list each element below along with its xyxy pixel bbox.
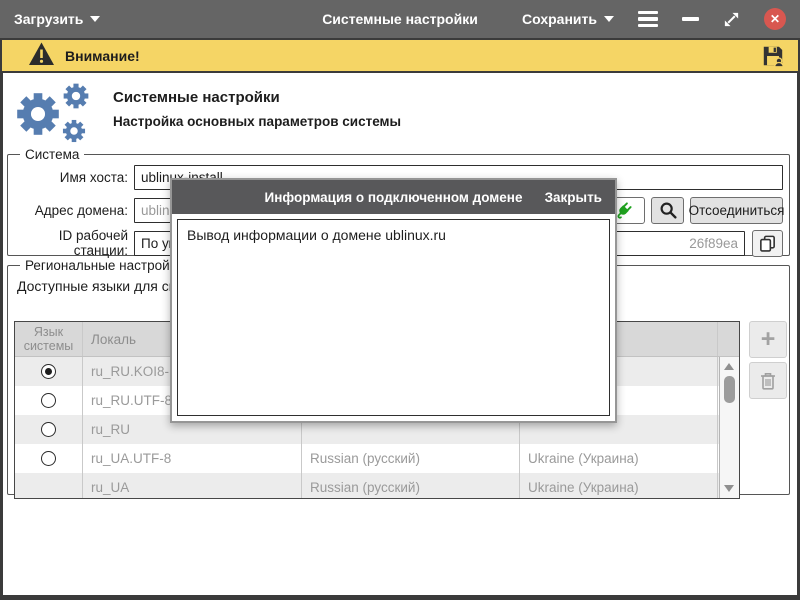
table-scrollbar[interactable] — [719, 357, 739, 498]
domain-info-modal: Информация о подключенном домене Закрыть… — [170, 178, 617, 423]
table-row[interactable]: ru_UARussian (русский)Ukraine (Украина) — [15, 473, 719, 498]
trash-icon — [760, 372, 776, 390]
search-icon — [659, 201, 677, 219]
country-cell: Ukraine (Украина) — [520, 473, 718, 498]
warning-icon — [28, 42, 55, 69]
warning-bar: Внимание! — [2, 40, 798, 71]
locale-radio[interactable] — [41, 422, 56, 437]
locale-select-cell — [15, 415, 83, 444]
app-window: Загрузить Системные настройки Сохранить … — [0, 0, 800, 600]
menu-icon[interactable] — [638, 11, 658, 27]
modal-header: Информация о подключенном домене Закрыть — [172, 180, 615, 214]
language-cell: Russian (русский) — [302, 444, 520, 473]
close-icon[interactable]: ✕ — [764, 8, 786, 30]
minimize-icon[interactable] — [682, 17, 699, 20]
load-menu-button[interactable]: Загрузить — [14, 11, 100, 27]
copy-id-button[interactable] — [752, 230, 783, 257]
locale-cell: ru_UA.UTF-8 — [83, 444, 302, 473]
system-legend: Система — [20, 147, 84, 162]
titlebar: Загрузить Системные настройки Сохранить … — [0, 0, 800, 38]
page-title: Системные настройки — [113, 89, 401, 106]
copy-icon — [758, 234, 777, 253]
table-row[interactable]: ru_UA.UTF-8Russian (русский)Ukraine (Укр… — [15, 444, 719, 473]
save-menu-button[interactable]: Сохранить — [522, 11, 614, 27]
regional-legend: Региональные настройки — [20, 258, 188, 273]
warning-label: Внимание! — [65, 48, 140, 64]
language-cell: Russian (русский) — [302, 473, 520, 498]
modal-body: Вывод информации о домене ublinux.ru — [172, 214, 615, 421]
caret-down-icon — [90, 16, 100, 22]
gears-icon — [11, 83, 99, 148]
locale-radio[interactable] — [41, 393, 56, 408]
domain-label: Адрес домена: — [13, 203, 134, 218]
domain-info-button[interactable] — [651, 197, 684, 224]
workstation-id-end: 26f89ea — [689, 236, 738, 251]
modal-close-button[interactable]: Закрыть — [545, 190, 602, 205]
fullscreen-icon[interactable] — [723, 11, 740, 28]
locale-radio[interactable] — [41, 451, 56, 466]
save-menu-label: Сохранить — [522, 11, 597, 27]
scrollbar-thumb[interactable] — [724, 376, 735, 403]
disconnect-button[interactable]: Отсоединиться — [690, 197, 783, 224]
page-subtitle: Настройка основных параметров системы — [113, 114, 401, 129]
locale-select-cell — [15, 444, 83, 473]
locale-select-cell — [15, 357, 83, 386]
locale-select-cell — [15, 386, 83, 415]
load-menu-label: Загрузить — [14, 11, 83, 27]
locale-cell: ru_UA — [83, 473, 302, 498]
page-header: Системные настройки Настройка основных п… — [11, 83, 401, 148]
add-locale-button[interactable]: + — [749, 321, 787, 358]
delete-locale-button[interactable] — [749, 362, 787, 399]
workstation-id-label: ID рабочей станции: — [13, 228, 134, 258]
caret-down-icon — [604, 16, 614, 22]
hostname-label: Имя хоста: — [13, 170, 134, 185]
column-header-system-language: Язык системы — [15, 322, 83, 356]
scroll-down-icon[interactable] — [724, 485, 734, 492]
locale-select-cell — [15, 473, 83, 498]
locale-radio[interactable] — [41, 364, 56, 379]
country-cell: Ukraine (Украина) — [520, 444, 718, 473]
scroll-up-icon[interactable] — [724, 363, 734, 370]
save-file-icon[interactable] — [760, 43, 786, 69]
domain-info-output: Вывод информации о домене ublinux.ru — [177, 219, 610, 416]
